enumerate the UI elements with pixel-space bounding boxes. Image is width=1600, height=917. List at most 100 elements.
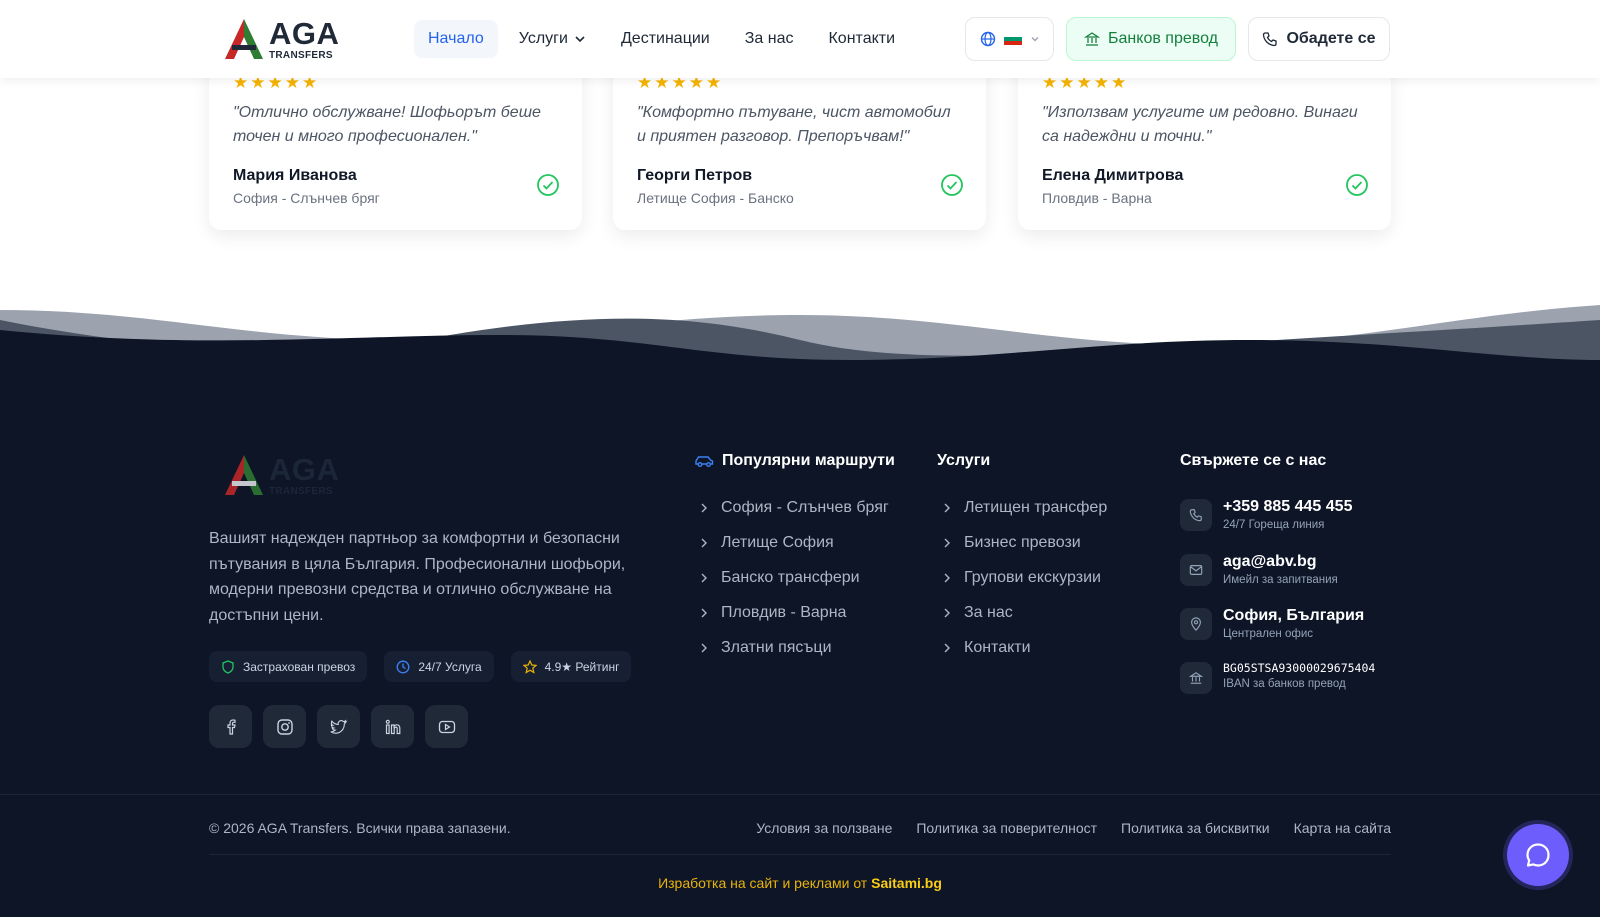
logo-subtitle: TRANSFERS (269, 49, 333, 61)
twitter-icon (330, 719, 348, 734)
route-link-label: Банско трансфери (721, 568, 860, 586)
popular-routes-list: София - Слънчев бряг Летище София Банско… (697, 490, 889, 665)
star-icon (522, 659, 537, 674)
testimonial-card: ★★★★★ "Комфортно пътуване, чист автомоби… (613, 60, 986, 230)
service-link[interactable]: За нас (940, 595, 1107, 630)
globe-icon (980, 31, 995, 47)
contact-icon-box (1180, 499, 1212, 531)
services-list: Летищен трансфер Бизнес превози Групови … (940, 490, 1107, 665)
testimonial-route: Летище София - Банско (637, 190, 794, 206)
chevron-right-icon (701, 538, 707, 547)
bank-icon (1084, 32, 1101, 46)
chevron-down-icon (1031, 37, 1038, 42)
privacy-link[interactable]: Политика за поверителност (916, 820, 1097, 836)
testimonial-route: София - Слънчев бряг (233, 190, 380, 206)
mail-icon (1189, 565, 1203, 575)
facebook-link[interactable] (209, 705, 252, 748)
linkedin-icon (385, 719, 400, 734)
logo-title: AGA (269, 451, 340, 487)
nav-item-home[interactable]: Начало (414, 20, 498, 58)
instagram-icon (276, 718, 293, 735)
footer-divider (0, 794, 1600, 795)
cookies-link[interactable]: Политика за бисквитки (1121, 820, 1270, 836)
verified-check-icon (941, 174, 963, 196)
chevron-down-icon (575, 36, 585, 43)
copyright-text: © 2026 AGA Transfers. Всички права запаз… (209, 820, 511, 836)
nav-item-services[interactable]: Услуги (505, 20, 600, 58)
clock-icon (396, 660, 410, 673)
verified-check-icon (1346, 174, 1368, 196)
main-nav: Начало Услуги Дестинации За нас Контакти (414, 20, 916, 58)
language-selector[interactable] (965, 17, 1054, 61)
contact-caption: IBAN за банков превод (1223, 678, 1346, 690)
testimonial-quote: "Използвам услугите им редовно. Винаги с… (1042, 104, 1358, 145)
column-title-label: Популярни маршрути (722, 452, 895, 469)
terms-link[interactable]: Условия за ползване (756, 820, 892, 836)
phone-icon (1189, 509, 1202, 522)
contact-icon-box (1180, 554, 1212, 586)
nav-item-destinations[interactable]: Дестинации (607, 20, 724, 58)
badge-label: Застрахован превоз (243, 659, 356, 674)
column-title-label: Услуги (937, 452, 991, 469)
nav-label: Дестинации (620, 30, 710, 47)
location-pin-icon (1191, 617, 1201, 631)
route-link-label: Пловдив - Варна (721, 603, 847, 621)
service-link[interactable]: Бизнес превози (940, 525, 1107, 560)
service-link[interactable]: Групови екскурзии (940, 560, 1107, 595)
chevron-right-icon (701, 608, 707, 617)
contact-caption: 24/7 Гореща линия (1223, 519, 1325, 531)
column-title-label: Свържете се с нас (1180, 452, 1327, 469)
contact-icon-box (1180, 608, 1212, 640)
linkedin-link[interactable] (371, 705, 414, 748)
service-link[interactable]: Летищен трансфер (940, 490, 1107, 525)
insured-badge: Застрахован превоз (209, 651, 368, 682)
service-link[interactable]: Контакти (940, 630, 1107, 665)
nav-label: Контакти (828, 30, 896, 47)
twitter-link[interactable] (317, 705, 360, 748)
contact-value: +359 885 445 455 (1223, 498, 1353, 515)
route-link-label: Златни пясъци (721, 638, 832, 656)
nav-label: Начало (428, 30, 484, 47)
credit-brand-link[interactable]: Saitami.bg (871, 875, 942, 891)
social-links (209, 705, 468, 748)
contact-phone[interactable]: +359 885 445 455 24/7 Гореща линия (1180, 497, 1352, 533)
route-link[interactable]: Златни пясъци (697, 630, 889, 665)
contact-caption: Имейл за запитвания (1223, 574, 1338, 586)
chevron-right-icon (944, 573, 950, 582)
chat-button[interactable] (1507, 824, 1569, 886)
footer-logo[interactable]: AGA TRANSFERS (223, 452, 343, 498)
bank-transfer-button[interactable]: Банков превод (1066, 17, 1236, 61)
chevron-right-icon (944, 538, 950, 547)
testimonial-card: ★★★★★ "Отлично обслужване! Шофьорът беше… (209, 60, 582, 230)
contact-email[interactable]: aga@abv.bg Имейл за запитвания (1180, 552, 1338, 588)
route-link[interactable]: Пловдив - Варна (697, 595, 889, 630)
instagram-link[interactable] (263, 705, 306, 748)
contact-value: София, България (1223, 607, 1365, 624)
chevron-right-icon (701, 573, 707, 582)
service-link-label: Контакти (964, 638, 1031, 656)
call-button[interactable]: Обадете се (1248, 17, 1390, 61)
route-link[interactable]: София - Слънчев бряг (697, 490, 889, 525)
logo-subtitle: TRANSFERS (269, 485, 333, 497)
contact-value: aga@abv.bg (1223, 553, 1317, 570)
nav-item-contacts[interactable]: Контакти (814, 20, 909, 58)
service-link-label: Групови екскурзии (964, 568, 1101, 586)
site-logo[interactable]: AGA TRANSFERS (223, 16, 343, 62)
route-link[interactable]: Летище София (697, 525, 889, 560)
route-link[interactable]: Банско трансфери (697, 560, 889, 595)
service-247-badge: 24/7 Услуга (384, 651, 494, 682)
badge-label: 4.9★ Рейтинг (544, 659, 620, 674)
car-icon (695, 456, 714, 467)
contact-caption: Централен офис (1223, 628, 1313, 640)
nav-label: Услуги (518, 30, 568, 47)
contact-iban[interactable]: BG05STSA93000029675404 IBAN за банков пре… (1180, 660, 1375, 694)
sitemap-link[interactable]: Карта на сайта (1294, 820, 1391, 836)
nav-item-about[interactable]: За нас (731, 20, 808, 58)
legal-links: Условия за ползване Политика за поверите… (756, 820, 1391, 836)
contact-address[interactable]: София, България Централен офис (1180, 606, 1364, 642)
services-title: Услуги (937, 452, 990, 470)
chat-bubble-icon (1526, 843, 1550, 867)
youtube-link[interactable] (425, 705, 468, 748)
logo-title: AGA (269, 15, 340, 51)
shield-icon (222, 659, 234, 674)
